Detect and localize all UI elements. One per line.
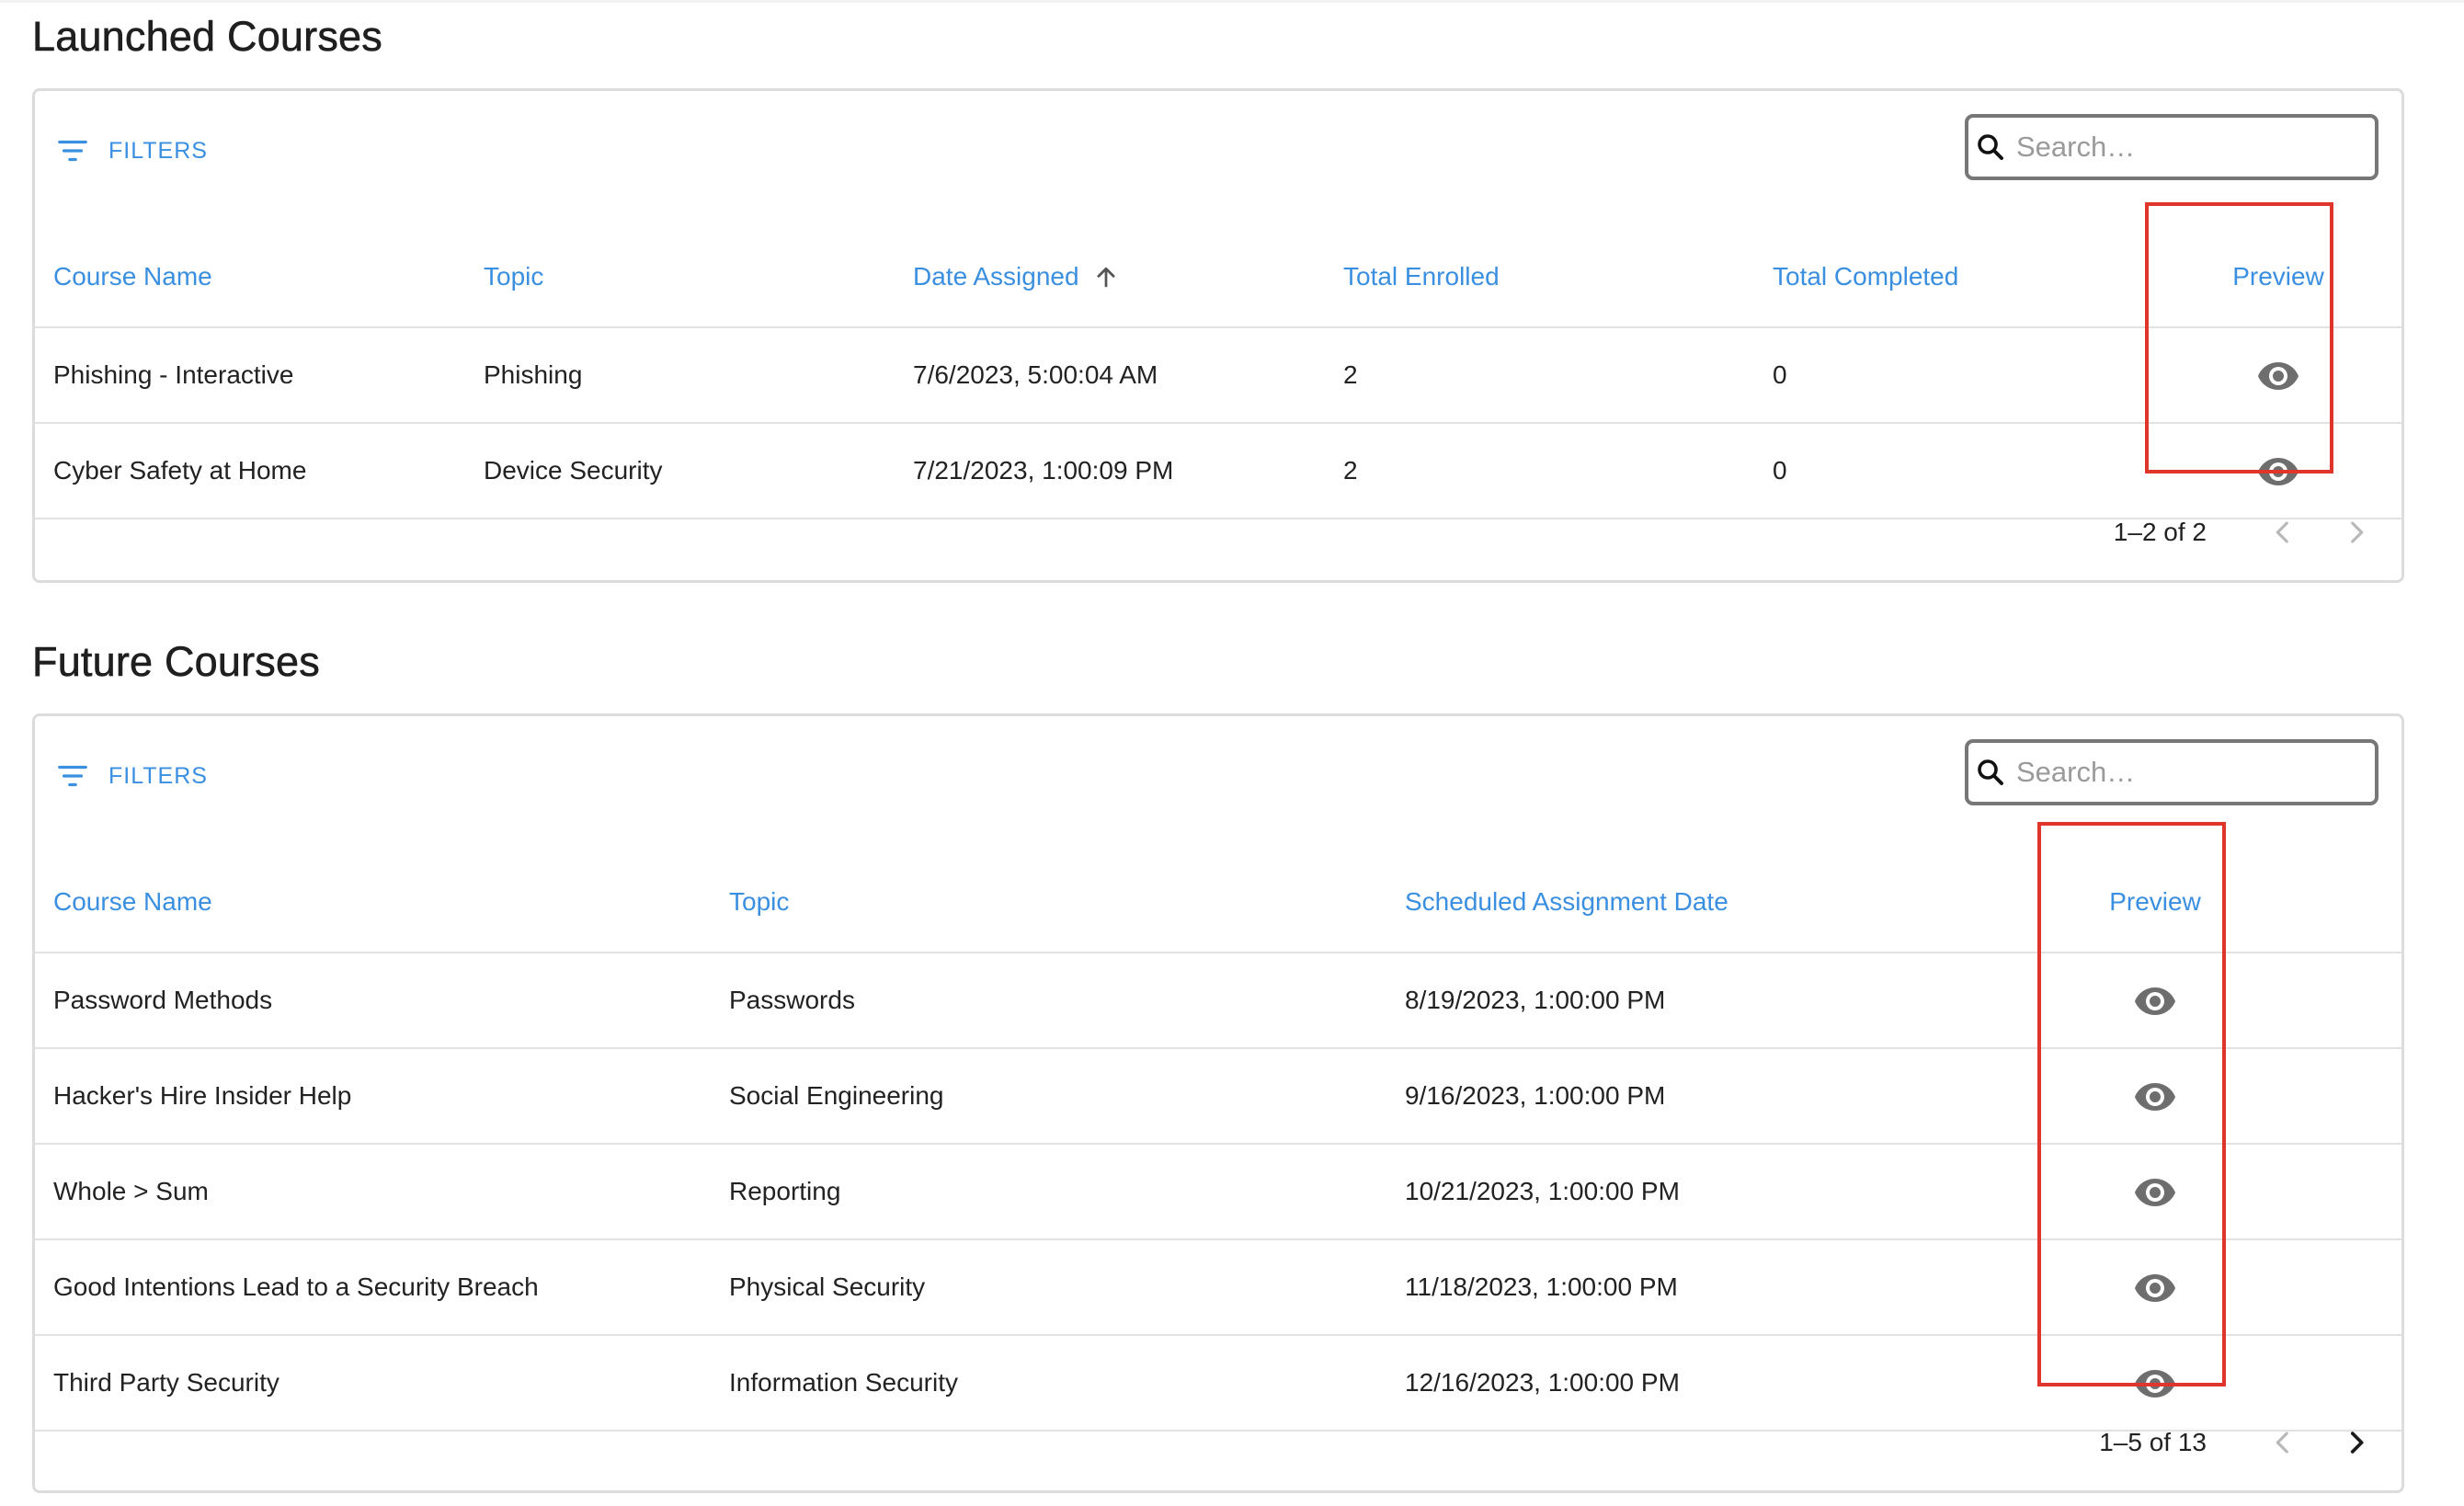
scheduled-date-cell: 9/16/2023, 1:00:00 PM	[1405, 1081, 1666, 1110]
column-header-topic[interactable]: Topic	[484, 227, 543, 326]
course-name-cell: Hacker's Hire Insider Help	[53, 1081, 352, 1110]
topic-cell: Phishing	[484, 360, 583, 389]
future-header-row: Course Name Topic Scheduled Assignment D…	[35, 852, 2401, 953]
previous-page-button[interactable]	[2258, 1418, 2308, 1467]
scheduled-date-cell: 11/18/2023, 1:00:00 PM	[1405, 1272, 1678, 1301]
filter-icon	[58, 140, 87, 162]
table-row[interactable]: Whole > Sum Reporting 10/21/2023, 1:00:0…	[35, 1145, 2401, 1240]
future-pagination: 1–5 of 13	[35, 1395, 2401, 1490]
table-row[interactable]: Hacker's Hire Insider Help Social Engine…	[35, 1049, 2401, 1145]
column-header-course-name[interactable]: Course Name	[53, 852, 212, 952]
preview-cell	[2080, 953, 2230, 1047]
future-courses-title: Future Courses	[32, 638, 320, 686]
eye-icon[interactable]	[2256, 353, 2300, 397]
filters-label: FILTERS	[108, 137, 208, 164]
launched-filters-button[interactable]: FILTERS	[55, 128, 208, 174]
future-filters-button[interactable]: FILTERS	[55, 753, 208, 799]
date-assigned-cell: 7/6/2023, 5:00:04 AM	[913, 360, 1158, 389]
total-enrolled-cell: 2	[1343, 360, 1358, 389]
course-name-cell: Password Methods	[53, 986, 273, 1014]
launched-search-box[interactable]	[1965, 114, 2378, 180]
future-search-input[interactable]	[2016, 756, 2366, 789]
previous-page-button[interactable]	[2258, 508, 2308, 557]
launched-header-row: Course Name Topic Date Assigned Total En…	[35, 227, 2401, 328]
eye-icon[interactable]	[2133, 1074, 2177, 1118]
future-search-box[interactable]	[1965, 739, 2378, 805]
column-header-scheduled-assignment-date[interactable]: Scheduled Assignment Date	[1405, 852, 1728, 952]
course-name-cell: Whole > Sum	[53, 1177, 209, 1205]
table-row[interactable]: Password Methods Passwords 8/19/2023, 1:…	[35, 953, 2401, 1049]
launched-courses-title: Launched Courses	[32, 13, 382, 61]
column-header-preview: Preview	[2109, 887, 2201, 916]
column-header-date-assigned-label: Date Assigned	[913, 262, 1079, 291]
course-name-cell: Good Intentions Lead to a Security Breac…	[53, 1272, 539, 1301]
topic-cell: Reporting	[729, 1177, 841, 1205]
next-page-button[interactable]	[2332, 508, 2381, 557]
launched-pagination: 1–2 of 2	[35, 485, 2401, 580]
topic-cell: Social Engineering	[729, 1081, 944, 1110]
table-row[interactable]: Good Intentions Lead to a Security Breac…	[35, 1240, 2401, 1336]
pagination-range: 1–5 of 13	[2099, 1428, 2207, 1456]
chevron-left-icon	[2276, 1432, 2288, 1454]
topic-cell: Passwords	[729, 986, 855, 1014]
filter-icon	[58, 765, 87, 787]
preview-cell	[2203, 328, 2354, 422]
pagination-range: 1–2 of 2	[2113, 518, 2207, 546]
table-row[interactable]: Phishing - Interactive Phishing 7/6/2023…	[35, 328, 2401, 424]
column-header-date-assigned[interactable]: Date Assigned	[913, 227, 1120, 326]
eye-icon[interactable]	[2133, 1265, 2177, 1309]
topic-cell: Physical Security	[729, 1272, 926, 1301]
scheduled-date-cell: 8/19/2023, 1:00:00 PM	[1405, 986, 1666, 1014]
column-header-total-completed[interactable]: Total Completed	[1773, 227, 1958, 326]
column-header-topic[interactable]: Topic	[729, 852, 789, 952]
launched-courses-table: FILTERS Course Name Topic Date Assigned …	[32, 88, 2404, 583]
chevron-right-icon	[2351, 521, 2364, 543]
eye-icon[interactable]	[2133, 978, 2177, 1022]
search-icon	[1978, 759, 2003, 785]
search-icon	[1978, 134, 2003, 160]
future-courses-table: FILTERS Course Name Topic Scheduled Assi…	[32, 713, 2404, 1493]
arrow-up-icon[interactable]	[1092, 263, 1120, 291]
column-header-course-name[interactable]: Course Name	[53, 227, 212, 326]
launched-search-input[interactable]	[2016, 131, 2366, 164]
preview-cell	[2080, 1145, 2230, 1238]
column-header-total-enrolled[interactable]: Total Enrolled	[1343, 227, 1500, 326]
top-divider	[0, 0, 2464, 3]
preview-cell	[2080, 1049, 2230, 1143]
next-page-button[interactable]	[2332, 1418, 2381, 1467]
column-header-preview: Preview	[2232, 262, 2324, 291]
scheduled-date-cell: 10/21/2023, 1:00:00 PM	[1405, 1177, 1680, 1205]
course-name-cell: Phishing - Interactive	[53, 360, 294, 389]
preview-cell	[2080, 1240, 2230, 1334]
total-completed-cell: 0	[1773, 360, 1787, 389]
courses-page: Launched Courses FILTERS Course Name Top…	[0, 0, 2464, 1506]
eye-icon[interactable]	[2133, 1169, 2177, 1214]
chevron-left-icon	[2276, 521, 2288, 543]
filters-label: FILTERS	[108, 762, 208, 789]
chevron-right-icon	[2350, 1432, 2364, 1454]
